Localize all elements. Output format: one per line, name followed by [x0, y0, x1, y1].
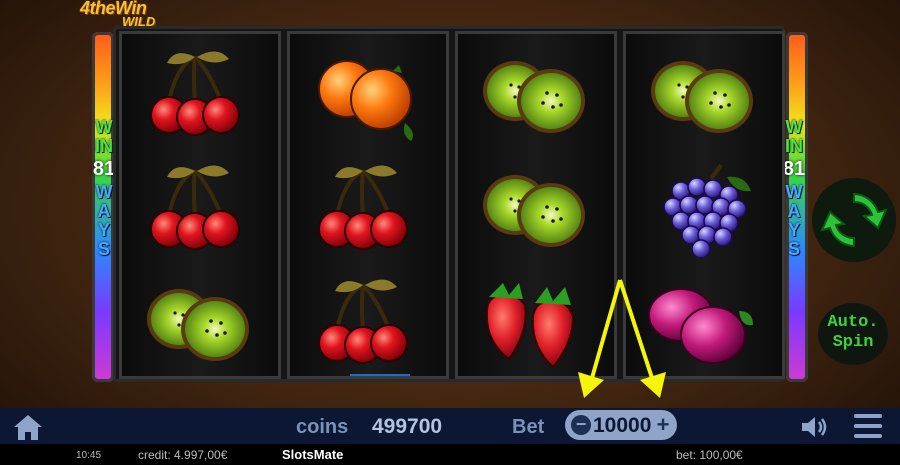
cherries-symbol: [119, 150, 275, 264]
kiwi-symbol: [455, 36, 611, 150]
kiwi-icon: [651, 61, 753, 133]
orange-symbol: [287, 36, 443, 150]
cherries-symbol: [119, 36, 275, 150]
bet-display: bet: 100,00€: [676, 448, 743, 462]
menu-icon[interactable]: [854, 414, 882, 440]
watermark-brand: SlotsMate: [282, 447, 344, 462]
cherries-icon: [150, 51, 240, 136]
clock: 10:45: [76, 450, 102, 461]
coins-value: 499700: [372, 415, 443, 438]
credit-display: credit: 4.997,00€: [138, 448, 228, 462]
kiwi-icon: [483, 175, 585, 247]
coins-label: coins: [296, 416, 349, 438]
orange-icon: [318, 60, 413, 141]
auto-spin-label-line2: Spin: [832, 333, 874, 352]
bet-stepper: − 10000 +: [565, 410, 677, 440]
refresh-icon: [820, 192, 888, 248]
cherries-symbol: [287, 150, 443, 264]
cherries-symbol: [287, 264, 443, 378]
kiwi-icon: [147, 289, 249, 361]
win-label: WIN: [785, 117, 803, 156]
auto-spin-label-line1: Auto.: [827, 313, 879, 332]
kiwi-symbol: [119, 264, 275, 378]
home-icon[interactable]: [12, 413, 44, 441]
spin-button[interactable]: [812, 178, 896, 262]
auto-spin-button[interactable]: Auto. Spin: [818, 303, 888, 365]
grapes-icon: [663, 163, 751, 257]
cherries-icon: [318, 279, 408, 364]
bottom-bar: coins 499700 Bet − 10000 +: [0, 408, 900, 444]
bet-decrease-button[interactable]: −: [571, 415, 591, 435]
ways-label: WAYS: [785, 182, 803, 259]
annotation-arrows: [578, 279, 666, 398]
kiwi-symbol: [455, 150, 611, 264]
status-bar: 10:45 credit: 4.997,00€ SlotsMate bet: 1…: [0, 444, 900, 465]
win-label: WIN: [95, 117, 113, 156]
bet-increase-button[interactable]: +: [653, 414, 673, 436]
sound-icon[interactable]: [800, 414, 830, 440]
kiwi-symbol: [623, 36, 779, 150]
cherries-icon: [318, 165, 408, 250]
bet-value: 10000: [593, 414, 652, 437]
ways-label: WAYS: [95, 182, 113, 259]
grapes-symbol: [623, 150, 779, 264]
cherries-icon: [150, 165, 240, 250]
kiwi-icon: [483, 61, 585, 133]
bet-label: Bet: [512, 416, 545, 438]
